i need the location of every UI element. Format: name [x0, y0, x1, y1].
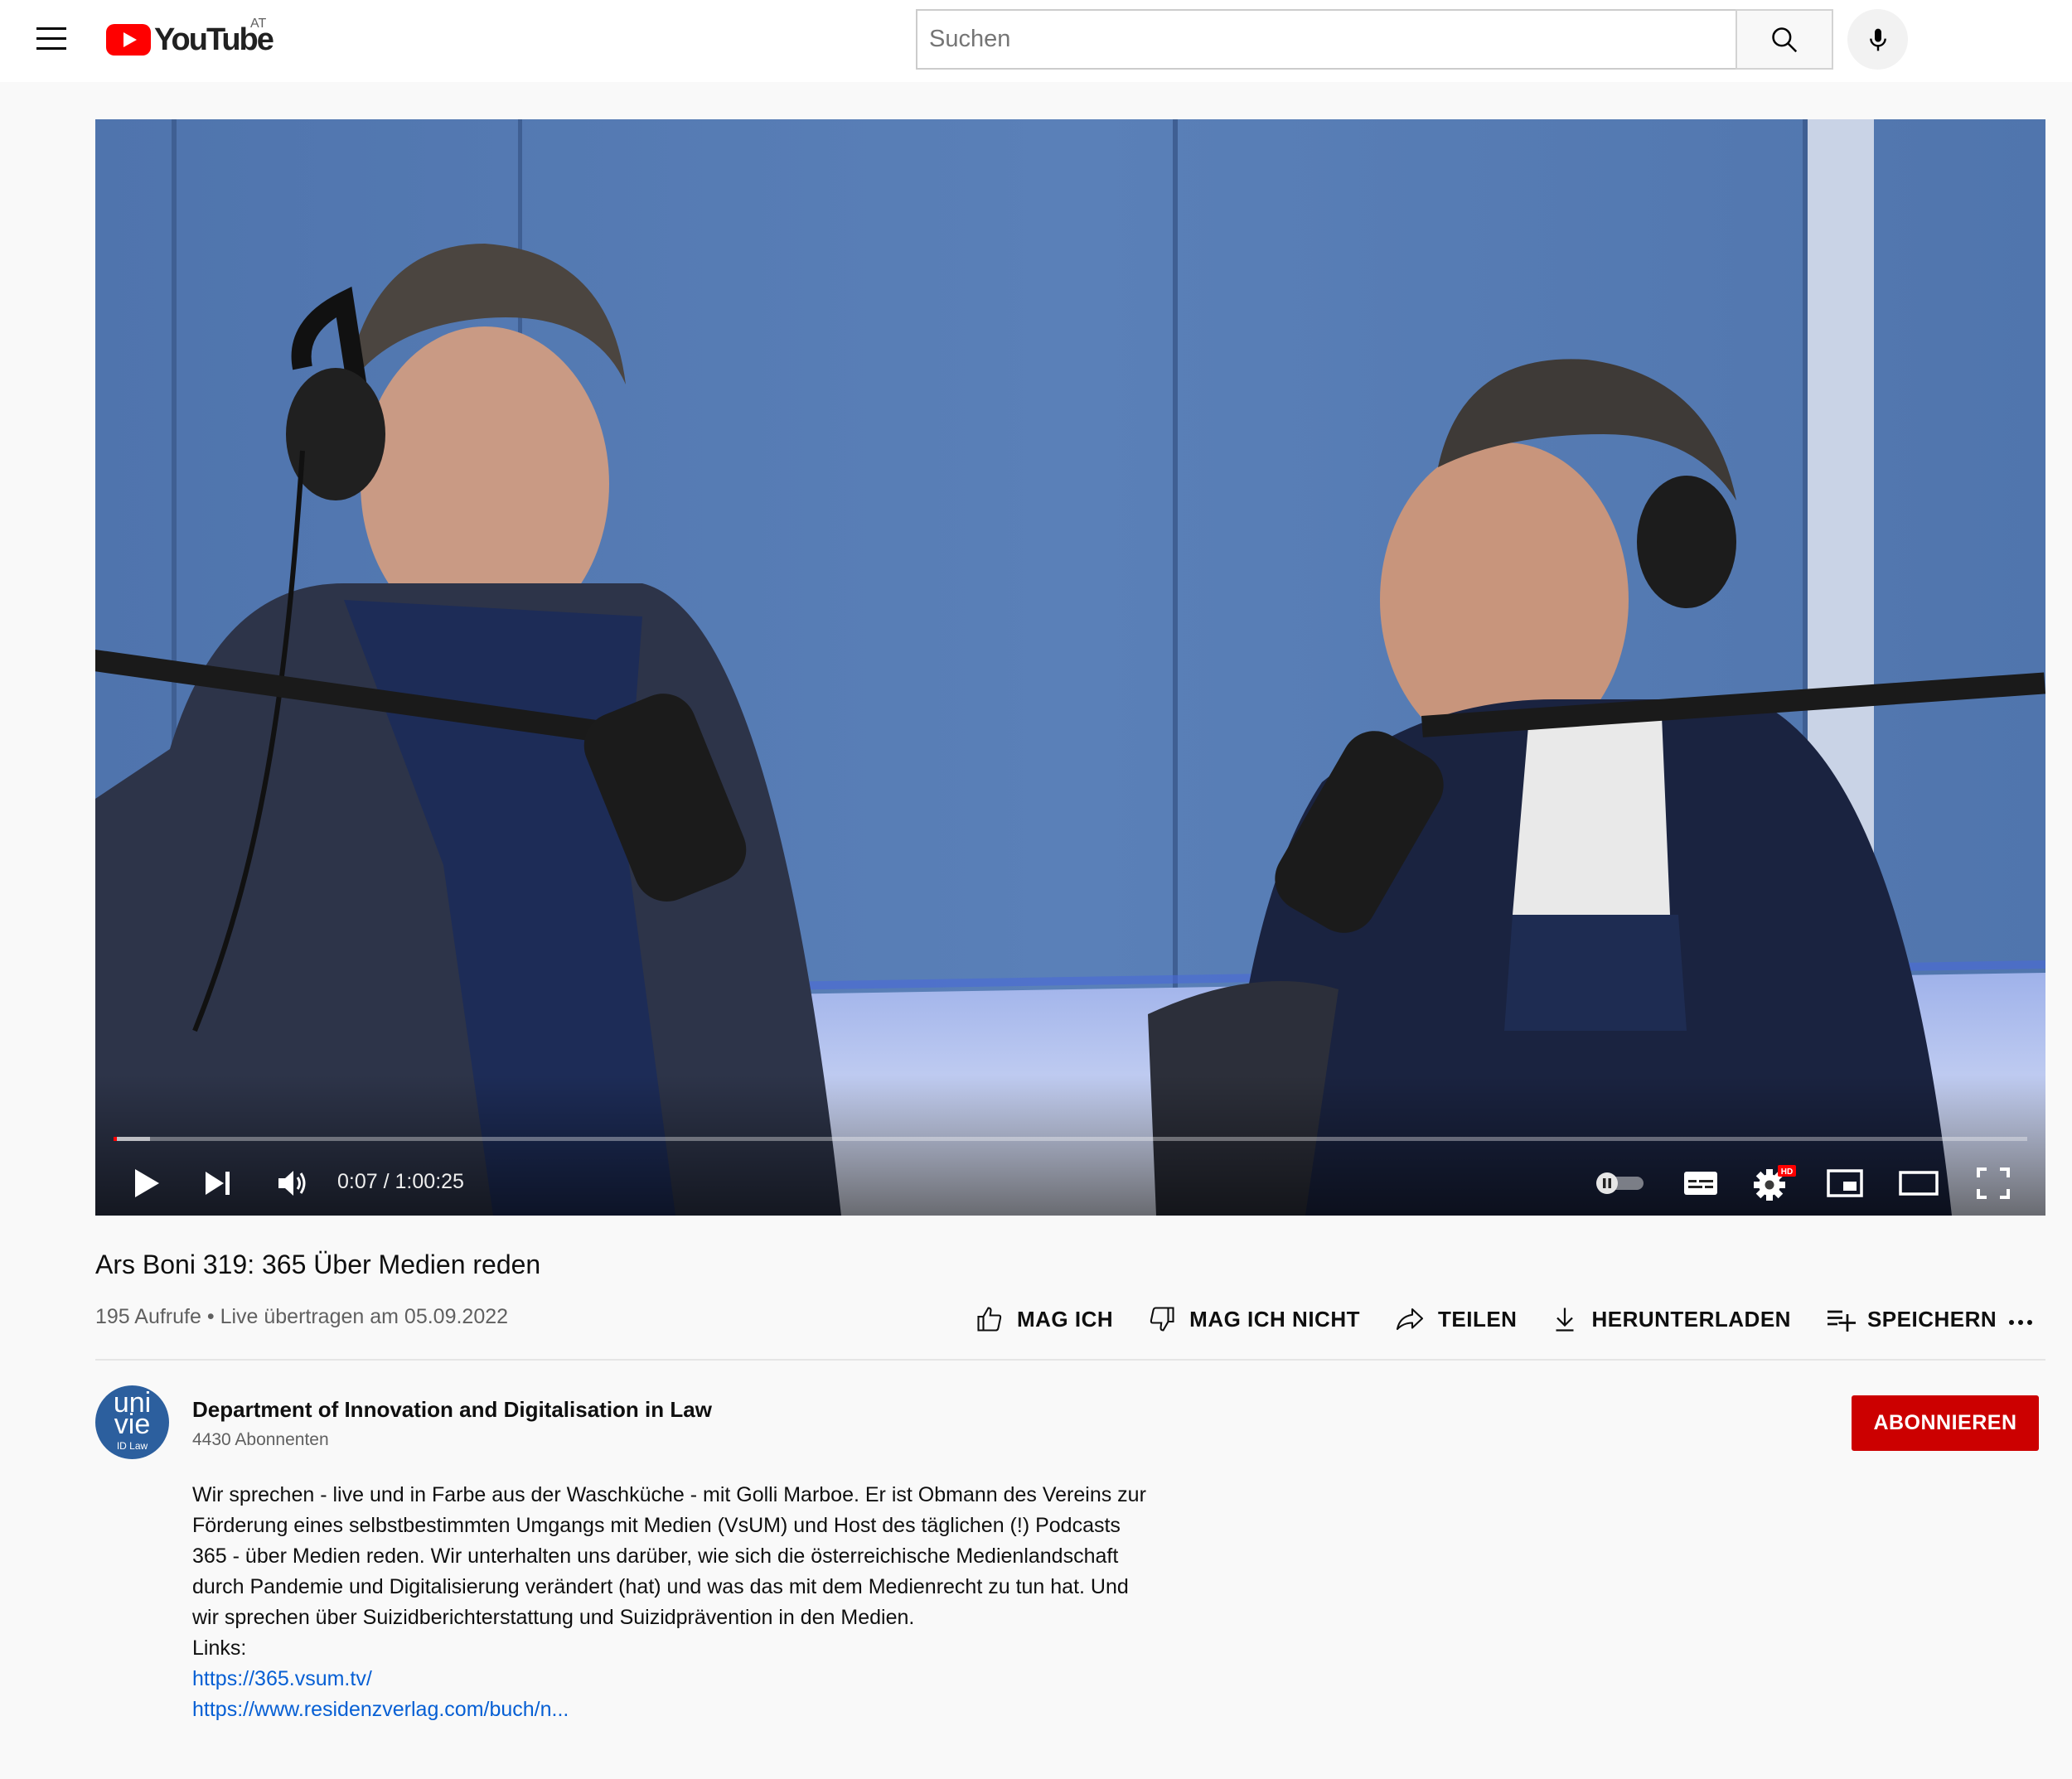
save-label: SPEICHERN [1866, 1306, 1997, 1332]
theater-mode-button[interactable] [1894, 1160, 1944, 1206]
youtube-logo[interactable]: YouTube AT [106, 17, 274, 58]
avatar-text-line3: ID Law [116, 1440, 148, 1452]
dislike-label: MAG ICH NICHT [1189, 1306, 1360, 1332]
hd-badge: HD [1781, 1167, 1793, 1177]
action-bar: MAG ICH MAG ICH NICHT TEILEN HERUNTERLAD… [974, 1299, 2030, 1339]
channel-avatar[interactable]: uni vie ID Law [95, 1385, 169, 1459]
miniplayer-icon [1827, 1169, 1863, 1197]
playlist-add-icon [1827, 1310, 1856, 1332]
thumbs-down-icon [1150, 1307, 1174, 1332]
mute-button[interactable] [269, 1160, 316, 1206]
progress-played [114, 1137, 118, 1141]
country-code: AT [250, 17, 267, 31]
stream-date: Live übertragen am 05.09.2022 [220, 1305, 509, 1328]
description-link-1[interactable]: https://365.vsum.tv/ [192, 1664, 1154, 1694]
search-icon [1772, 27, 1798, 52]
divider [95, 1359, 2045, 1361]
links-label: Links: [192, 1636, 247, 1660]
fullscreen-icon [1977, 1167, 2010, 1199]
time-display: 0:07 / 1:00:25 [337, 1170, 464, 1194]
description-text: Wir sprechen - live und in Farbe aus der… [192, 1483, 1146, 1629]
next-button[interactable] [195, 1160, 241, 1206]
progress-bar[interactable] [114, 1137, 2027, 1141]
youtube-play-icon [106, 24, 151, 56]
subscribe-button[interactable]: ABONNIEREN [1852, 1395, 2039, 1451]
fullscreen-button[interactable] [1970, 1160, 2016, 1206]
masthead: YouTube AT [0, 0, 2072, 82]
search-bar [916, 9, 1833, 70]
subscriber-count: 4430 Abonnenten [192, 1430, 329, 1449]
avatar-text-line2: vie [114, 1409, 151, 1440]
share-label: TEILEN [1438, 1306, 1518, 1332]
voice-search-button[interactable] [1847, 9, 1908, 70]
theater-icon [1899, 1171, 1939, 1196]
like-button[interactable]: MAG ICH [974, 1304, 1113, 1334]
progress-buffered [114, 1137, 150, 1141]
video-player[interactable]: 0:07 / 1:00:25 HD [95, 119, 2045, 1216]
download-icon [1556, 1308, 1574, 1332]
download-label: HERUNTERLADEN [1591, 1306, 1791, 1332]
more-actions-button[interactable] [2002, 1304, 2039, 1341]
subtitles-button[interactable] [1677, 1160, 1724, 1206]
gear-icon: HD [1754, 1165, 1796, 1201]
like-label: MAG ICH [1017, 1306, 1114, 1332]
search-input[interactable] [916, 9, 1736, 70]
view-count: 195 Aufrufe [95, 1305, 201, 1328]
share-button[interactable]: TEILEN [1393, 1304, 1517, 1334]
settings-button[interactable]: HD [1748, 1160, 1801, 1206]
dislike-button[interactable]: MAG ICH NICHT [1146, 1304, 1360, 1334]
video-description: Wir sprechen - live und in Farbe aus der… [192, 1480, 1154, 1725]
meta-dot: • [206, 1305, 215, 1328]
video-title: Ars Boni 319: 365 Über Medien reden [95, 1250, 541, 1279]
video-meta: 195 Aufrufe • Live übertragen am 05.09.2… [95, 1305, 508, 1329]
autoplay-toggle[interactable] [1592, 1160, 1650, 1206]
more-horizontal-icon [2009, 1320, 2032, 1325]
microphone-icon [1869, 28, 1886, 51]
channel-name[interactable]: Department of Innovation and Digitalisat… [192, 1397, 712, 1423]
play-button[interactable] [123, 1160, 170, 1206]
menu-icon[interactable] [36, 27, 66, 51]
thumbs-up-icon [977, 1307, 1002, 1332]
share-icon [1396, 1308, 1424, 1331]
subtitles-icon [1684, 1172, 1717, 1195]
volume-icon [278, 1171, 306, 1196]
search-button[interactable] [1736, 9, 1833, 70]
description-link-2[interactable]: https://www.residenzverlag.com/buch/n... [192, 1694, 1154, 1725]
time-current: 0:07 [337, 1170, 378, 1193]
play-icon [135, 1169, 159, 1197]
time-separator: / [383, 1170, 390, 1193]
save-button[interactable]: SPEICHERN [1824, 1304, 1997, 1334]
autoplay-icon [1596, 1172, 1644, 1194]
next-icon [206, 1172, 230, 1195]
time-total: 1:00:25 [395, 1170, 464, 1193]
video-frame [95, 119, 2045, 1216]
download-button[interactable]: HERUNTERLADEN [1550, 1304, 1791, 1334]
miniplayer-button[interactable] [1822, 1160, 1868, 1206]
